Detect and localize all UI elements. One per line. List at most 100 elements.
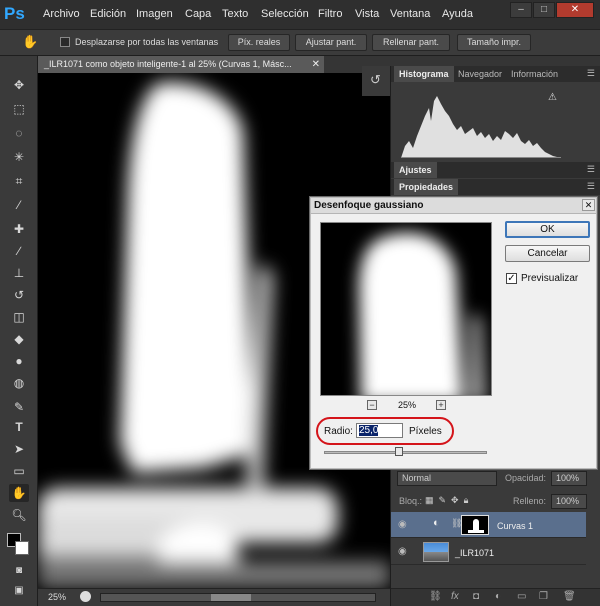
- gaussian-blur-dialog: Desenfoque gaussiano ✕ − 25% + OK Cancel…: [309, 196, 598, 470]
- blur-preview[interactable]: [320, 222, 492, 396]
- blur-tool-icon[interactable]: ●: [9, 352, 29, 370]
- link-layers-icon[interactable]: ⛓: [429, 591, 442, 602]
- menu-bar: Ps Archivo Edición Imagen Capa Texto Sel…: [0, 0, 600, 30]
- menu-vista[interactable]: Vista: [355, 8, 379, 20]
- maximize-button[interactable]: □: [533, 2, 555, 18]
- photoshop-logo: Ps: [4, 4, 25, 23]
- new-layer-icon[interactable]: ❐: [539, 591, 548, 602]
- healing-brush-icon[interactable]: ✚: [9, 220, 29, 238]
- hand-tool-icon[interactable]: ✋: [9, 484, 29, 502]
- opacity-input[interactable]: 100%: [551, 471, 587, 486]
- tab-histograma[interactable]: Histograma: [394, 66, 454, 82]
- dialog-title-bar[interactable]: Desenfoque gaussiano: [311, 198, 596, 214]
- status-bar: 25%: [38, 588, 390, 606]
- menu-capa[interactable]: Capa: [185, 8, 211, 20]
- crop-tool-icon[interactable]: ⌗: [9, 172, 29, 190]
- eraser-tool-icon[interactable]: ◫: [9, 308, 29, 326]
- fill-label: Relleno:: [513, 496, 547, 506]
- tab-propiedades[interactable]: Propiedades: [394, 179, 459, 195]
- path-selection-icon[interactable]: ➤: [9, 440, 29, 458]
- properties-panel-tabs: Propiedades ☰: [391, 179, 600, 195]
- brush-tool-icon[interactable]: ∕: [9, 242, 29, 260]
- dialog-close-button[interactable]: ✕: [582, 199, 595, 211]
- move-tool-icon[interactable]: ✥: [9, 76, 29, 94]
- actual-pixels-button[interactable]: Píx. reales: [228, 34, 290, 51]
- trash-icon[interactable]: 🗑︎: [563, 591, 576, 602]
- tab-navegador[interactable]: Navegador: [453, 66, 507, 82]
- paint-bucket-icon[interactable]: ◆: [9, 330, 29, 348]
- panel-menu-icon[interactable]: ☰: [587, 181, 595, 192]
- marquee-tool-icon[interactable]: ⬚: [9, 100, 29, 118]
- new-group-icon[interactable]: ▭: [517, 591, 526, 602]
- rectangle-tool-icon[interactable]: ▭: [9, 462, 29, 480]
- layer-name: Curvas 1: [497, 521, 534, 531]
- cancel-button[interactable]: Cancelar: [505, 245, 590, 262]
- print-size-button[interactable]: Tamaño impr.: [457, 34, 531, 51]
- history-panel-icon[interactable]: ↺: [370, 72, 381, 88]
- zoom-out-button[interactable]: −: [367, 400, 377, 410]
- fit-screen-button[interactable]: Ajustar pant.: [295, 34, 367, 51]
- screen-mode-icon[interactable]: ▣: [9, 582, 29, 600]
- radius-input[interactable]: 25,0: [356, 423, 403, 438]
- scroll-all-checkbox[interactable]: [60, 37, 70, 47]
- layer-thumbnail[interactable]: [423, 542, 449, 562]
- dodge-tool-icon[interactable]: ◍: [9, 374, 29, 392]
- menu-ayuda[interactable]: Ayuda: [442, 8, 473, 20]
- lasso-tool-icon[interactable]: ◌: [9, 124, 29, 142]
- clone-stamp-icon[interactable]: ⊥: [9, 264, 29, 282]
- radius-slider-track[interactable]: [324, 451, 487, 454]
- opacity-label: Opacidad:: [505, 473, 547, 483]
- fill-screen-button[interactable]: Rellenar pant.: [372, 34, 450, 51]
- add-mask-icon[interactable]: ◘: [473, 591, 479, 602]
- toolbox: ✥ ⬚ ◌ ✳ ⌗ ⁄ ✚ ∕ ⊥ ↺ ◫ ◆ ● ◍ ✎ T ➤ ▭ ✋ 🔍︎…: [0, 56, 38, 606]
- document-tab[interactable]: _ILR1071 como objeto inteligente-1 al 25…: [38, 56, 324, 73]
- eye-icon[interactable]: ◉: [398, 546, 407, 557]
- menu-archivo[interactable]: Archivo: [43, 8, 80, 20]
- menu-edicion[interactable]: Edición: [90, 8, 126, 20]
- preview-image: [359, 233, 486, 395]
- menu-ventana[interactable]: Ventana: [390, 8, 430, 20]
- close-icon[interactable]: ✕: [312, 56, 320, 73]
- type-tool-icon[interactable]: T: [9, 418, 29, 436]
- preview-zoom-level: 25%: [398, 400, 417, 410]
- menu-imagen[interactable]: Imagen: [136, 8, 173, 20]
- histogram-warning-icon[interactable]: ⚠: [548, 92, 557, 103]
- history-brush-icon[interactable]: ↺: [9, 286, 29, 304]
- tab-ajustes[interactable]: Ajustes: [394, 162, 437, 178]
- eye-icon[interactable]: ◉: [398, 519, 407, 530]
- scrollbar-thumb[interactable]: [211, 594, 251, 601]
- radius-slider-thumb[interactable]: [395, 447, 403, 456]
- preview-checkbox[interactable]: ✓: [506, 273, 517, 284]
- zoom-in-button[interactable]: +: [436, 400, 446, 410]
- layer-mask-thumbnail[interactable]: [461, 515, 489, 535]
- layer-row[interactable]: ◉ ◐ ⛓ Curvas 1: [391, 512, 586, 538]
- lock-icons[interactable]: ▦✎✥🔒︎: [425, 495, 473, 506]
- menu-texto[interactable]: Texto: [222, 8, 248, 20]
- minimize-button[interactable]: –: [510, 2, 532, 18]
- magic-wand-icon[interactable]: ✳: [9, 148, 29, 166]
- radius-value: 25,0: [359, 425, 379, 436]
- background-color-swatch[interactable]: [15, 541, 29, 555]
- new-adjustment-icon[interactable]: ◐: [495, 591, 501, 602]
- pen-tool-icon[interactable]: ✎: [9, 398, 29, 416]
- zoom-tool-icon[interactable]: 🔍︎: [9, 506, 29, 524]
- quick-mask-icon[interactable]: ◙: [9, 562, 29, 580]
- menu-filtro[interactable]: Filtro: [318, 8, 342, 20]
- zoom-level[interactable]: 25%: [48, 592, 66, 602]
- document-info-icon[interactable]: [80, 591, 91, 602]
- layers-footer: ⛓ fx ◘ ◐ ▭ ❐ 🗑︎: [391, 588, 600, 606]
- menu-seleccion[interactable]: Selección: [261, 8, 309, 20]
- document-title: _ILR1071 como objeto inteligente-1 al 25…: [44, 59, 292, 69]
- tab-informacion[interactable]: Información: [506, 66, 563, 82]
- blend-mode-select[interactable]: Normal: [397, 471, 497, 486]
- fill-input[interactable]: 100%: [551, 494, 587, 509]
- ok-button[interactable]: OK: [505, 221, 590, 238]
- panel-menu-icon[interactable]: ☰: [587, 68, 595, 79]
- fx-icon[interactable]: fx: [451, 591, 459, 602]
- horizontal-scrollbar[interactable]: [100, 593, 376, 602]
- layer-row[interactable]: ◉ _ILR1071: [391, 539, 586, 565]
- eyedropper-icon[interactable]: ⁄: [9, 196, 29, 214]
- close-window-button[interactable]: ✕: [556, 2, 594, 18]
- hand-tool-icon[interactable]: ✋: [22, 34, 38, 50]
- panel-menu-icon[interactable]: ☰: [587, 164, 595, 175]
